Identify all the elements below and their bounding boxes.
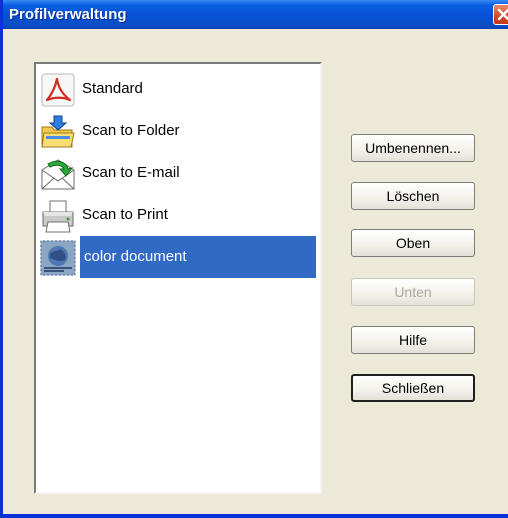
delete-button[interactable]: Löschen bbox=[351, 182, 475, 210]
email-scan-icon bbox=[41, 159, 75, 190]
close-button[interactable]: Schließen bbox=[351, 374, 475, 402]
profile-label: Scan to Folder bbox=[82, 122, 180, 139]
folder-scan-icon bbox=[41, 115, 75, 148]
close-window-button[interactable] bbox=[493, 4, 508, 25]
profile-list[interactable]: Standard Scan to Folder Scan to E-mail S… bbox=[34, 62, 322, 494]
help-button[interactable]: Hilfe bbox=[351, 326, 475, 354]
color-document-icon bbox=[40, 240, 76, 276]
profile-item-scan-to-folder[interactable]: Scan to Folder bbox=[36, 110, 320, 152]
move-down-button[interactable]: Unten bbox=[351, 278, 475, 306]
window-title: Profilverwaltung bbox=[9, 6, 127, 23]
profile-item-color-document[interactable]: color document bbox=[36, 236, 320, 278]
printer-icon bbox=[42, 200, 74, 233]
profile-item-scan-to-email[interactable]: Scan to E-mail bbox=[36, 152, 320, 194]
profile-manager-dialog: Profilverwaltung Standard Scan to Folder… bbox=[0, 0, 508, 518]
profile-label: Scan to E-mail bbox=[82, 164, 180, 181]
title-bar[interactable]: Profilverwaltung bbox=[3, 0, 508, 29]
close-icon bbox=[497, 8, 508, 21]
profile-label: color document bbox=[80, 236, 316, 278]
profile-item-standard[interactable]: Standard bbox=[36, 68, 320, 110]
profile-label: Standard bbox=[82, 80, 143, 97]
rename-button[interactable]: Umbenennen... bbox=[351, 134, 475, 162]
pdf-icon bbox=[41, 73, 75, 107]
profile-label: Scan to Print bbox=[82, 206, 168, 223]
profile-item-scan-to-print[interactable]: Scan to Print bbox=[36, 194, 320, 236]
move-up-button[interactable]: Oben bbox=[351, 229, 475, 257]
